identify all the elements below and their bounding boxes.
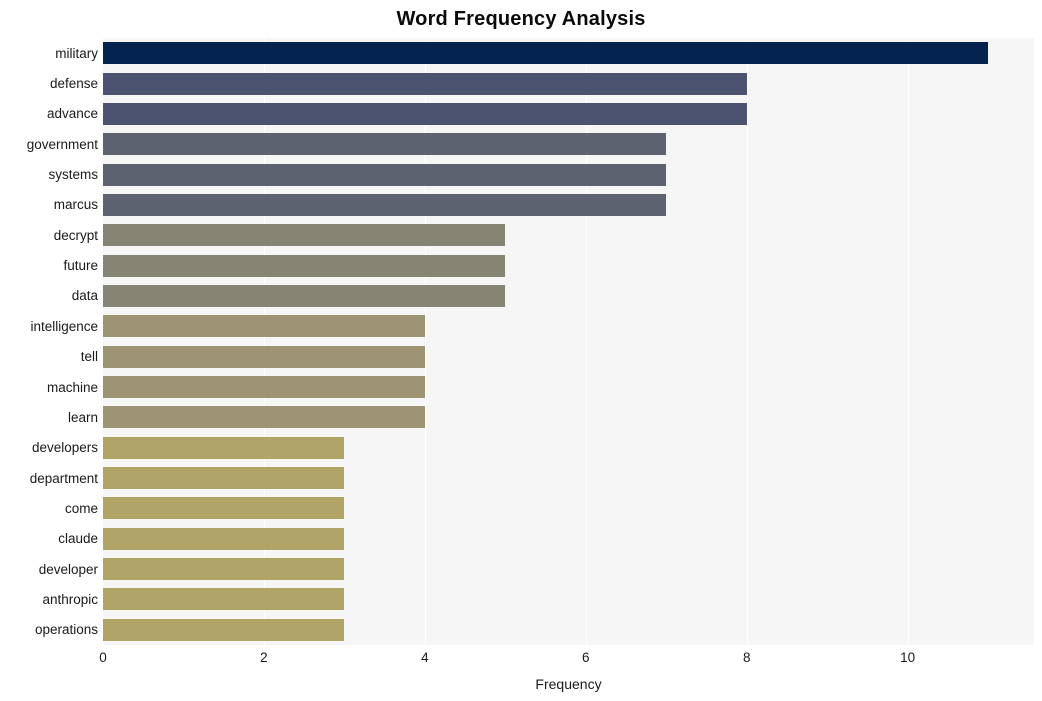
chart-title: Word Frequency Analysis: [396, 8, 646, 30]
bar: [103, 406, 425, 429]
y-axis-tick-label: advance: [46, 106, 98, 122]
y-axis-tick-label: come: [64, 500, 98, 516]
x-axis-tick-label: 2: [260, 650, 268, 665]
bar: [103, 588, 345, 611]
bar: [103, 467, 345, 490]
bar: [103, 72, 747, 95]
x-axis-tick-label: 4: [421, 650, 429, 665]
bar: [103, 376, 425, 399]
bar: [103, 345, 425, 368]
y-axis-tick-label: data: [71, 288, 98, 304]
plot-area: [103, 38, 1034, 645]
bar: [103, 133, 667, 156]
y-axis-tick-label: future: [63, 258, 98, 274]
bar: [103, 436, 345, 459]
y-axis-tick-label: developer: [38, 561, 98, 577]
bar: [103, 315, 425, 338]
x-axis-tick-label: 6: [582, 650, 590, 665]
y-axis-tick-label: developers: [31, 440, 98, 456]
x-axis-title: Frequency: [535, 676, 602, 692]
bar: [103, 42, 989, 65]
y-axis-tick-label: learn: [67, 409, 98, 425]
y-axis-tick-labels: military defense advance government systems m…: [0, 38, 98, 645]
y-axis-tick-label: claude: [58, 531, 98, 547]
bar: [103, 224, 506, 247]
bars-layer: [103, 38, 1034, 645]
y-axis-tick-label: department: [29, 470, 98, 486]
bar: [103, 497, 345, 520]
bar: [103, 254, 506, 277]
bar: [103, 284, 506, 307]
x-axis-tick-label: 0: [99, 650, 107, 665]
y-axis-tick-label: tell: [80, 349, 98, 365]
word-frequency-bar-chart: Word Frequency Analysis military defense a…: [0, 0, 1042, 701]
bar: [103, 558, 345, 581]
y-axis-tick-label: operations: [34, 622, 98, 638]
x-axis-tick-label: 8: [742, 650, 751, 665]
bar: [103, 102, 747, 125]
y-axis-tick-label: decrypt: [53, 227, 98, 243]
bar: [103, 618, 345, 641]
y-axis-tick-label: intelligence: [30, 318, 98, 334]
bar: [103, 193, 667, 216]
x-axis-tick-label: 10: [900, 650, 916, 665]
x-axis: Frequency 0 2 4 6 8 10: [0, 645, 1042, 701]
y-axis-tick-label: marcus: [53, 197, 98, 213]
y-axis-tick-label: systems: [48, 167, 98, 183]
y-axis-tick-label: government: [26, 136, 98, 152]
y-axis-tick-label: defense: [49, 76, 98, 92]
bar: [103, 527, 345, 550]
y-axis-tick-label: machine: [46, 379, 98, 395]
bar: [103, 163, 667, 186]
y-axis-tick-label: anthropic: [42, 591, 98, 607]
y-axis-tick-label: military: [55, 45, 98, 61]
